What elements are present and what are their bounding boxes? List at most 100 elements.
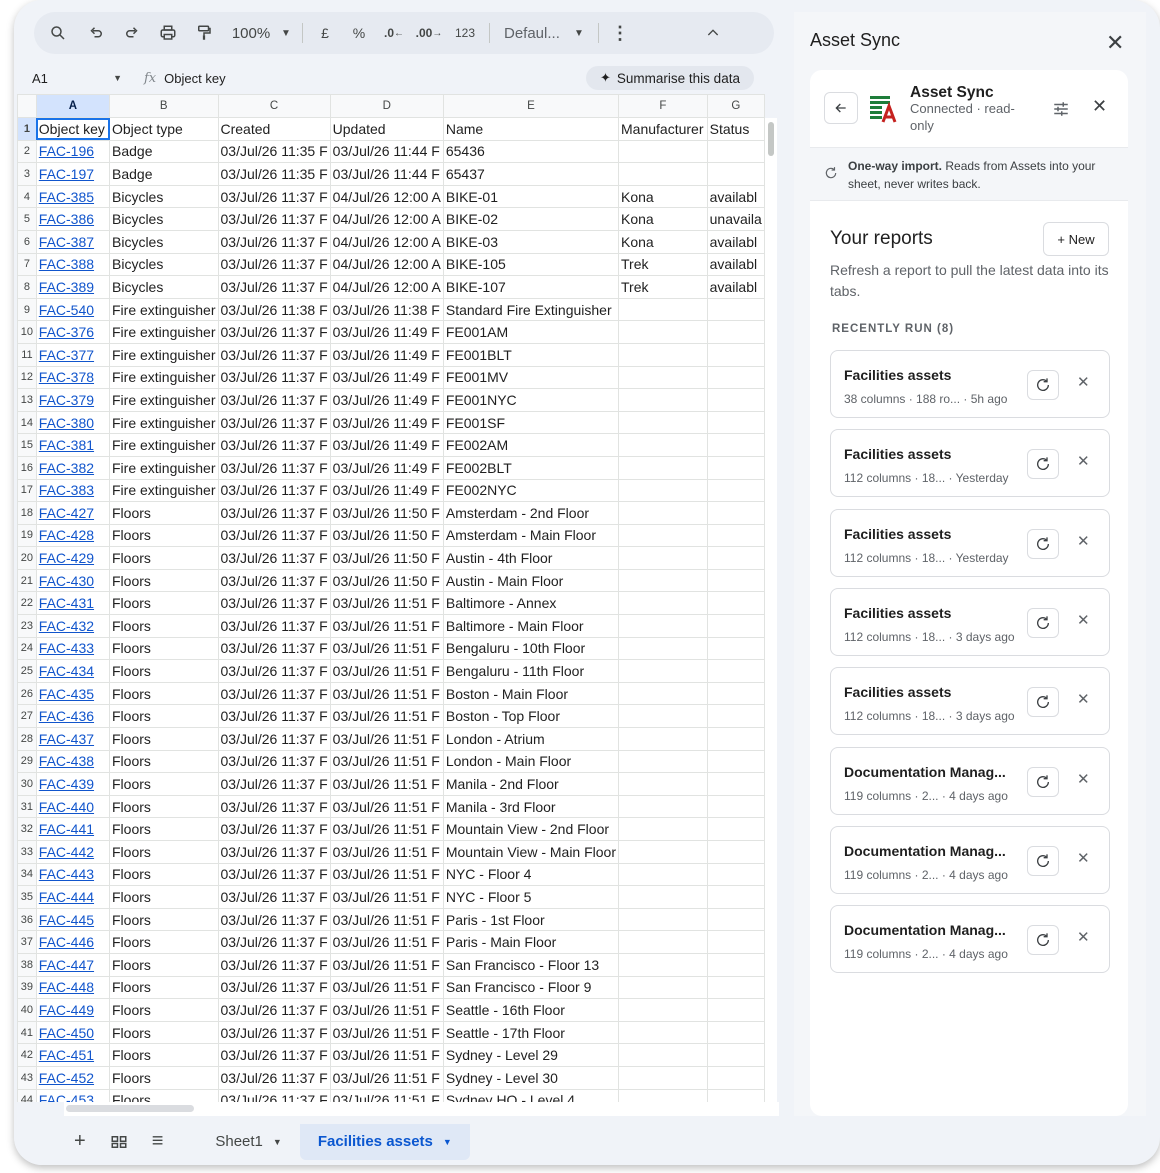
cell[interactable]: 04/Jul/26 12:00 A: [329, 252, 444, 277]
cell[interactable]: [618, 1043, 708, 1067]
cell[interactable]: [618, 478, 708, 503]
cell[interactable]: 03/Jul/26 11:37 F: [217, 1043, 331, 1067]
cell[interactable]: Floors: [109, 975, 219, 1000]
remove-report-icon[interactable]: ✕: [1077, 690, 1090, 708]
cell[interactable]: Mountain View - 2nd Floor: [442, 817, 620, 841]
cell[interactable]: 03/Jul/26 11:49 F: [329, 433, 444, 457]
cell[interactable]: [618, 139, 708, 164]
column-header[interactable]: B: [109, 94, 219, 118]
object-key-link[interactable]: FAC-437: [39, 731, 94, 747]
object-key-link[interactable]: FAC-381: [39, 437, 94, 453]
cell[interactable]: [706, 478, 765, 503]
column-header[interactable]: E: [442, 94, 620, 118]
cell[interactable]: 03/Jul/26 11:37 F: [217, 523, 331, 548]
cell[interactable]: Manufacturer: [618, 117, 708, 141]
redo-icon[interactable]: [114, 19, 150, 47]
cell[interactable]: [618, 568, 708, 593]
remove-report-icon[interactable]: ✕: [1077, 532, 1090, 550]
row-header[interactable]: 26: [17, 681, 37, 706]
object-key-link[interactable]: FAC-440: [39, 799, 94, 815]
row-header[interactable]: 30: [17, 772, 37, 796]
cell[interactable]: Created: [217, 117, 331, 141]
cell[interactable]: 03/Jul/26 11:51 F: [329, 727, 444, 751]
cell[interactable]: 03/Jul/26 11:49 F: [329, 320, 444, 344]
cell[interactable]: NYC - Floor 4: [442, 862, 620, 887]
cell[interactable]: Floors: [109, 1020, 219, 1045]
cell[interactable]: [618, 1088, 708, 1102]
cell[interactable]: Floors: [109, 772, 219, 796]
row-header[interactable]: 28: [17, 727, 37, 751]
cell[interactable]: [618, 659, 708, 683]
cell[interactable]: [706, 433, 765, 457]
cell[interactable]: [618, 681, 708, 706]
cell[interactable]: 03/Jul/26 11:51 F: [329, 840, 444, 864]
cell[interactable]: Floors: [109, 794, 219, 819]
cell[interactable]: [706, 1088, 765, 1102]
cell[interactable]: 03/Jul/26 11:51 F: [329, 749, 444, 774]
cell[interactable]: 03/Jul/26 11:37 F: [217, 885, 331, 909]
cell[interactable]: FAC-428: [35, 523, 111, 548]
refresh-button[interactable]: [1027, 766, 1059, 797]
cell[interactable]: FAC-540: [35, 297, 111, 322]
cell[interactable]: 03/Jul/26 11:37 F: [217, 455, 331, 480]
cell[interactable]: Trek: [618, 252, 708, 277]
cell[interactable]: Bengaluru - 10th Floor: [442, 636, 620, 661]
cell[interactable]: 03/Jul/26 11:37 F: [217, 614, 331, 638]
row-header[interactable]: 6: [17, 229, 37, 254]
object-key-link[interactable]: FAC-432: [39, 618, 94, 634]
cell[interactable]: 03/Jul/26 11:51 F: [329, 794, 444, 819]
cell[interactable]: Fire extinguisher: [109, 297, 219, 322]
cell[interactable]: 03/Jul/26 11:44 F: [329, 139, 444, 164]
cell[interactable]: FAC-443: [35, 862, 111, 887]
cell[interactable]: 03/Jul/26 11:37 F: [217, 907, 331, 932]
cell[interactable]: 03/Jul/26 11:37 F: [217, 275, 331, 299]
cell[interactable]: [618, 342, 708, 367]
cell[interactable]: [706, 365, 765, 390]
refresh-button[interactable]: [1027, 528, 1059, 559]
cell[interactable]: [706, 455, 765, 480]
cell[interactable]: Floors: [109, 591, 219, 616]
cell[interactable]: [618, 455, 708, 480]
cell[interactable]: [706, 1020, 765, 1045]
cell[interactable]: BIKE-01: [442, 184, 620, 209]
report-card[interactable]: Facilities assets 112 columns · 18... · 3…: [830, 667, 1110, 736]
row-header[interactable]: 16: [17, 455, 37, 480]
cell[interactable]: Amsterdam - 2nd Floor: [442, 501, 620, 525]
remove-report-icon[interactable]: ✕: [1077, 849, 1090, 867]
object-key-link[interactable]: FAC-448: [39, 979, 94, 995]
object-key-link[interactable]: FAC-429: [39, 550, 94, 566]
row-header[interactable]: 17: [17, 478, 37, 503]
cell[interactable]: FAC-433: [35, 636, 111, 661]
cell[interactable]: Floors: [109, 1043, 219, 1067]
cell[interactable]: 03/Jul/26 11:51 F: [329, 930, 444, 954]
cell[interactable]: 03/Jul/26 11:51 F: [329, 885, 444, 909]
row-header[interactable]: 23: [17, 614, 37, 638]
object-key-link[interactable]: FAC-436: [39, 708, 94, 724]
font-select[interactable]: Defaul...: [496, 19, 568, 47]
row-header[interactable]: 42: [17, 1043, 37, 1067]
row-header[interactable]: 1: [17, 117, 37, 141]
object-key-link[interactable]: FAC-388: [39, 256, 94, 272]
cell[interactable]: [706, 817, 765, 841]
cell[interactable]: FAC-440: [35, 794, 111, 819]
row-header[interactable]: 40: [17, 998, 37, 1022]
object-key-link[interactable]: FAC-434: [39, 663, 94, 679]
cell[interactable]: 03/Jul/26 11:37 F: [217, 478, 331, 503]
cell[interactable]: Kona: [618, 184, 708, 209]
cell[interactable]: [706, 862, 765, 887]
cell[interactable]: Kona: [618, 229, 708, 254]
new-report-button[interactable]: + New: [1043, 222, 1109, 256]
cell[interactable]: FAC-448: [35, 975, 111, 1000]
cell[interactable]: [706, 614, 765, 638]
cell[interactable]: Floors: [109, 501, 219, 525]
cell[interactable]: 03/Jul/26 11:49 F: [329, 365, 444, 390]
cell[interactable]: Floors: [109, 1065, 219, 1090]
cell[interactable]: availabl: [706, 252, 765, 277]
more-vert-icon[interactable]: ⋮: [605, 19, 635, 47]
cell[interactable]: FAC-386: [35, 207, 111, 231]
cell[interactable]: FAC-445: [35, 907, 111, 932]
cell[interactable]: Name: [442, 117, 620, 141]
row-header[interactable]: 12: [17, 365, 37, 390]
remove-report-icon[interactable]: ✕: [1077, 611, 1090, 629]
cell[interactable]: 03/Jul/26 11:49 F: [329, 410, 444, 435]
